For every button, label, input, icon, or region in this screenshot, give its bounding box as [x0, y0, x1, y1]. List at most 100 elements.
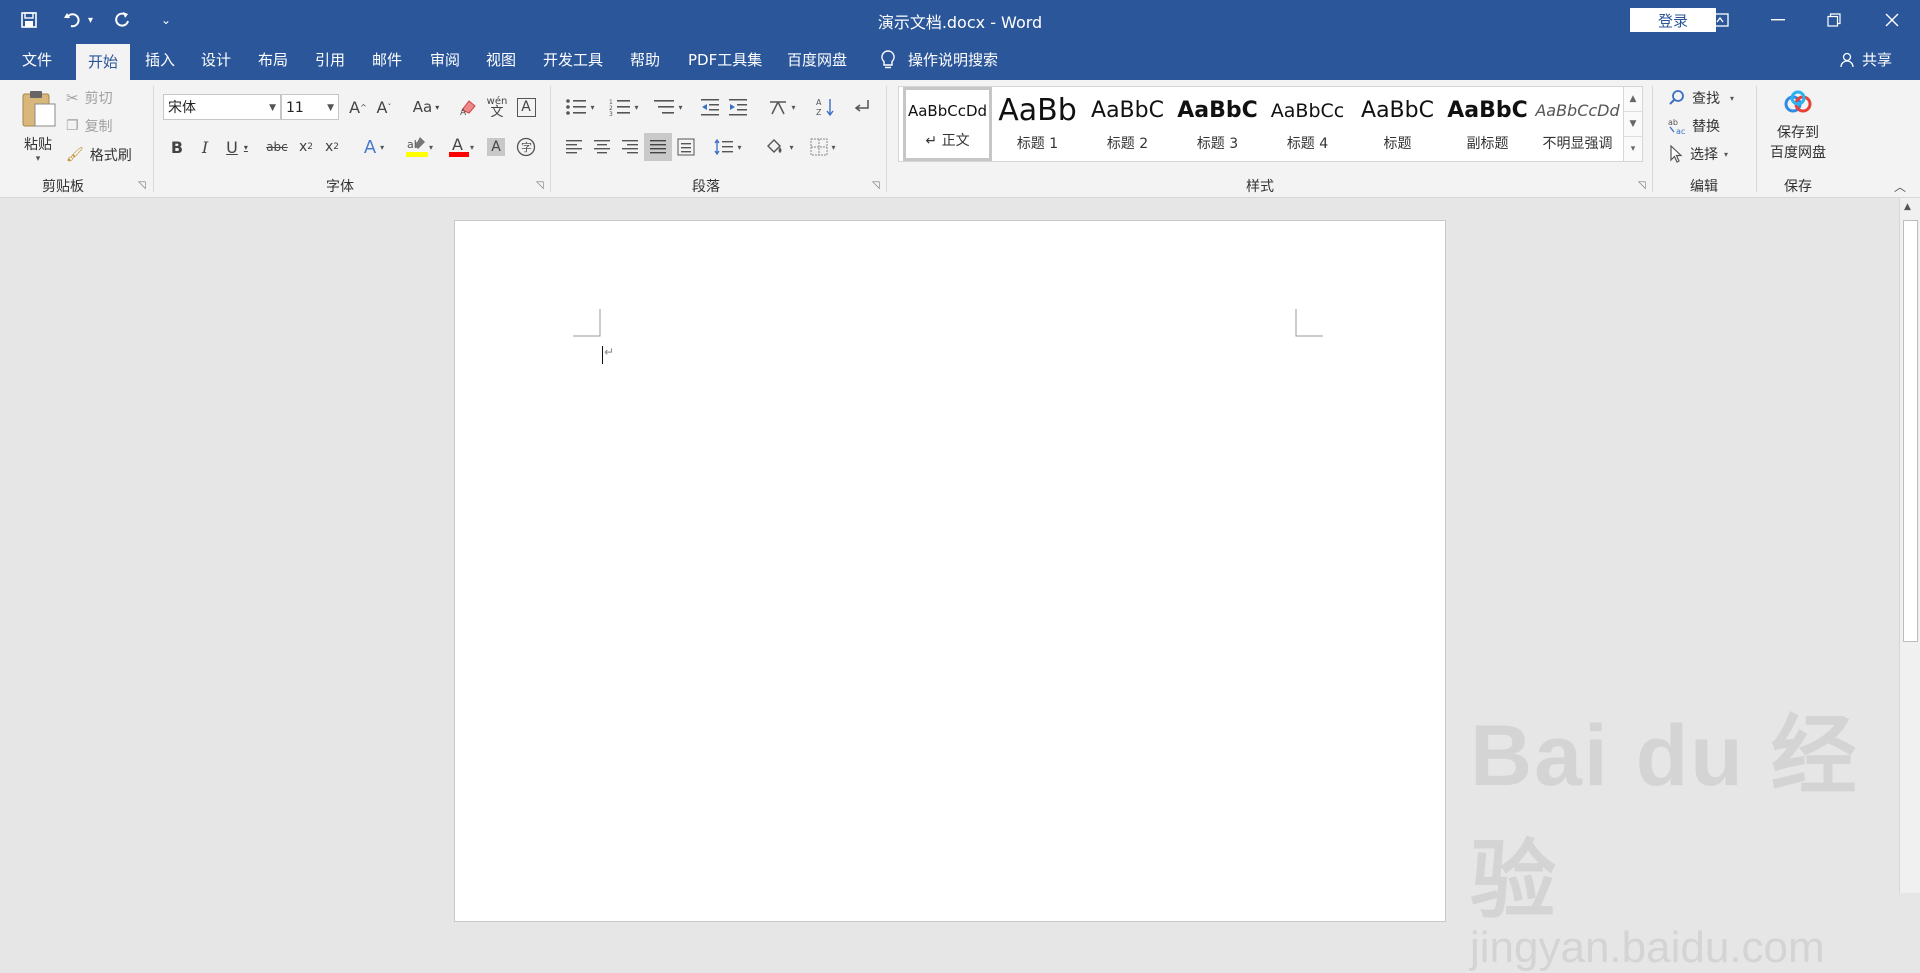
tab-insert[interactable]: 插入 — [145, 40, 175, 80]
tab-file[interactable]: 文件 — [22, 40, 52, 80]
shrink-font-icon[interactable]: Aˇ — [372, 95, 396, 119]
style-heading-3[interactable]: AaBbC 标题 3 — [1173, 87, 1262, 161]
tab-layout[interactable]: 布局 — [258, 40, 288, 80]
font-color-icon[interactable]: A ▾ — [442, 133, 480, 161]
superscript-icon[interactable]: x2 — [320, 135, 344, 159]
collapse-ribbon-icon[interactable]: ︿ — [1894, 178, 1906, 195]
more-styles-icon[interactable]: ▾ — [1624, 136, 1642, 161]
style-heading-1[interactable]: AaBb 标题 1 — [993, 87, 1082, 161]
tab-references[interactable]: 引用 — [315, 40, 345, 80]
align-center-icon[interactable] — [590, 135, 614, 159]
style-sample: AaBbC — [1361, 98, 1434, 123]
minimize-icon[interactable] — [1750, 0, 1806, 40]
strikethrough-icon[interactable]: abc — [264, 135, 290, 159]
styles-gallery-scrollbar[interactable]: ▲ ▼ ▾ — [1623, 86, 1643, 162]
chevron-up-icon[interactable]: ▲ — [1624, 87, 1642, 111]
tab-view[interactable]: 视图 — [486, 40, 516, 80]
style-heading-4[interactable]: AaBbCc 标题 4 — [1263, 87, 1352, 161]
clipboard-launcher-icon[interactable]: ◹ — [138, 180, 146, 191]
svg-text:ac: ac — [1676, 127, 1685, 135]
underline-icon[interactable]: U ▾ — [222, 135, 252, 159]
font-launcher-icon[interactable]: ◹ — [536, 180, 544, 191]
tab-review[interactable]: 审阅 — [430, 40, 460, 80]
share-button[interactable]: 共享 — [1840, 40, 1892, 80]
paintbrush-icon: 🖌 — [66, 147, 84, 163]
scrollbar-thumb[interactable] — [1903, 220, 1918, 642]
editing-group-label: 编辑 — [1690, 179, 1718, 195]
italic-icon[interactable]: I — [194, 135, 216, 159]
styles-gallery: AaBbCcDd ↵ 正文 AaBb 标题 1 AaBbC 标题 2 AaBbC… — [898, 86, 1628, 162]
enclose-characters-icon[interactable]: 字 — [514, 135, 538, 159]
character-shading-icon[interactable]: A — [484, 135, 508, 159]
group-divider — [550, 86, 551, 192]
numbering-icon[interactable]: 123 ▾ — [604, 95, 644, 119]
align-left-icon[interactable] — [562, 135, 586, 159]
copy-button[interactable]: ❐ 复制 — [66, 116, 113, 136]
replace-button[interactable]: ab ac 替换 — [1668, 116, 1720, 136]
show-formatting-marks-icon[interactable] — [850, 95, 874, 119]
select-button[interactable]: 选择 ▾ — [1668, 144, 1728, 164]
format-painter-button[interactable]: 🖌 格式刷 — [66, 145, 132, 165]
chevron-down-icon[interactable]: ▼ — [1624, 111, 1642, 136]
format-painter-label: 格式刷 — [89, 148, 132, 164]
clear-formatting-icon[interactable]: A — [456, 95, 480, 119]
chevron-down-icon: ▼ — [327, 103, 334, 113]
cut-button[interactable]: ✂ 剪切 — [66, 88, 113, 108]
tab-mailings[interactable]: 邮件 — [372, 40, 402, 80]
sort-icon[interactable]: AZ — [814, 95, 838, 119]
tab-developer[interactable]: 开发工具 — [543, 40, 603, 80]
close-icon[interactable] — [1864, 0, 1920, 40]
decrease-indent-icon[interactable] — [698, 95, 722, 119]
style-title[interactable]: AaBbC 标题 — [1353, 87, 1442, 161]
style-subtle-emphasis[interactable]: AaBbCcDd 不明显强调 — [1533, 87, 1622, 161]
text-effects-icon[interactable]: A ▾ — [358, 135, 390, 159]
style-heading-2[interactable]: AaBbC 标题 2 — [1083, 87, 1172, 161]
style-name: 标题 2 — [1106, 136, 1149, 152]
paste-dropdown-icon[interactable]: ▾ — [14, 154, 62, 164]
tab-baidu-netdisk[interactable]: 百度网盘 — [787, 40, 847, 80]
style-sample: AaBbCcDd — [1535, 101, 1620, 120]
distributed-icon[interactable] — [674, 135, 698, 159]
font-size-box[interactable]: 11 ▼ — [281, 94, 339, 120]
change-case-icon[interactable]: Aa ▾ — [408, 95, 444, 119]
tab-pdf-tools[interactable]: PDF工具集 — [688, 40, 762, 80]
paragraph-launcher-icon[interactable]: ◹ — [872, 180, 880, 191]
justify-icon[interactable] — [644, 133, 672, 161]
bold-icon[interactable]: B — [166, 135, 188, 159]
tab-help[interactable]: 帮助 — [630, 40, 660, 80]
line-spacing-icon[interactable]: ▾ — [710, 135, 746, 159]
subscript-icon[interactable]: x2 — [294, 135, 318, 159]
multilevel-list-icon[interactable]: ▾ — [648, 95, 688, 119]
find-button[interactable]: 查找 ▾ — [1668, 88, 1734, 108]
phonetic-guide-icon[interactable]: wén 文 — [484, 93, 510, 121]
style-normal[interactable]: AaBbCcDd ↵ 正文 — [903, 87, 992, 161]
paste-button[interactable]: 粘贴 ▾ — [14, 88, 62, 172]
tab-design[interactable]: 设计 — [201, 40, 231, 80]
replace-icon: abac — [1668, 118, 1685, 135]
borders-icon[interactable]: ▾ — [804, 135, 842, 159]
style-sample: AaBbC — [1447, 98, 1528, 123]
increase-indent-icon[interactable] — [726, 95, 750, 119]
font-name-box[interactable]: 宋体 ▼ — [163, 94, 281, 120]
bullets-icon[interactable]: ▾ — [560, 95, 600, 119]
group-divider — [153, 86, 154, 192]
highlight-color-icon[interactable]: ab ▾ — [400, 133, 438, 161]
scroll-up-icon[interactable]: ▲ — [1904, 202, 1911, 212]
styles-launcher-icon[interactable]: ◹ — [1638, 180, 1646, 191]
save-to-baidu-netdisk-button[interactable]: 保存到 百度网盘 — [1764, 90, 1832, 162]
tell-me-search[interactable]: 操作说明搜索 — [880, 40, 998, 80]
tab-home[interactable]: 开始 — [76, 44, 130, 80]
asian-layout-icon[interactable]: ▾ — [764, 95, 800, 119]
document-page[interactable]: ↵ — [454, 220, 1446, 922]
align-right-icon[interactable] — [618, 135, 642, 159]
save-to-label-line2: 百度网盘 — [1770, 145, 1826, 161]
shading-icon[interactable]: ▾ — [760, 135, 798, 159]
restore-icon[interactable] — [1806, 0, 1862, 40]
ribbon-display-options-icon[interactable] — [1692, 0, 1748, 40]
chevron-down-icon: ▾ — [1724, 149, 1729, 159]
style-subtitle[interactable]: AaBbC 副标题 — [1443, 87, 1532, 161]
grow-font-icon[interactable]: A ^ — [346, 95, 370, 119]
character-border-icon[interactable]: A — [514, 95, 538, 119]
title-bar: ▾ ⌄ 演示文档.docx - Word 登录 — [0, 0, 1920, 40]
copy-label: 复制 — [84, 119, 113, 135]
